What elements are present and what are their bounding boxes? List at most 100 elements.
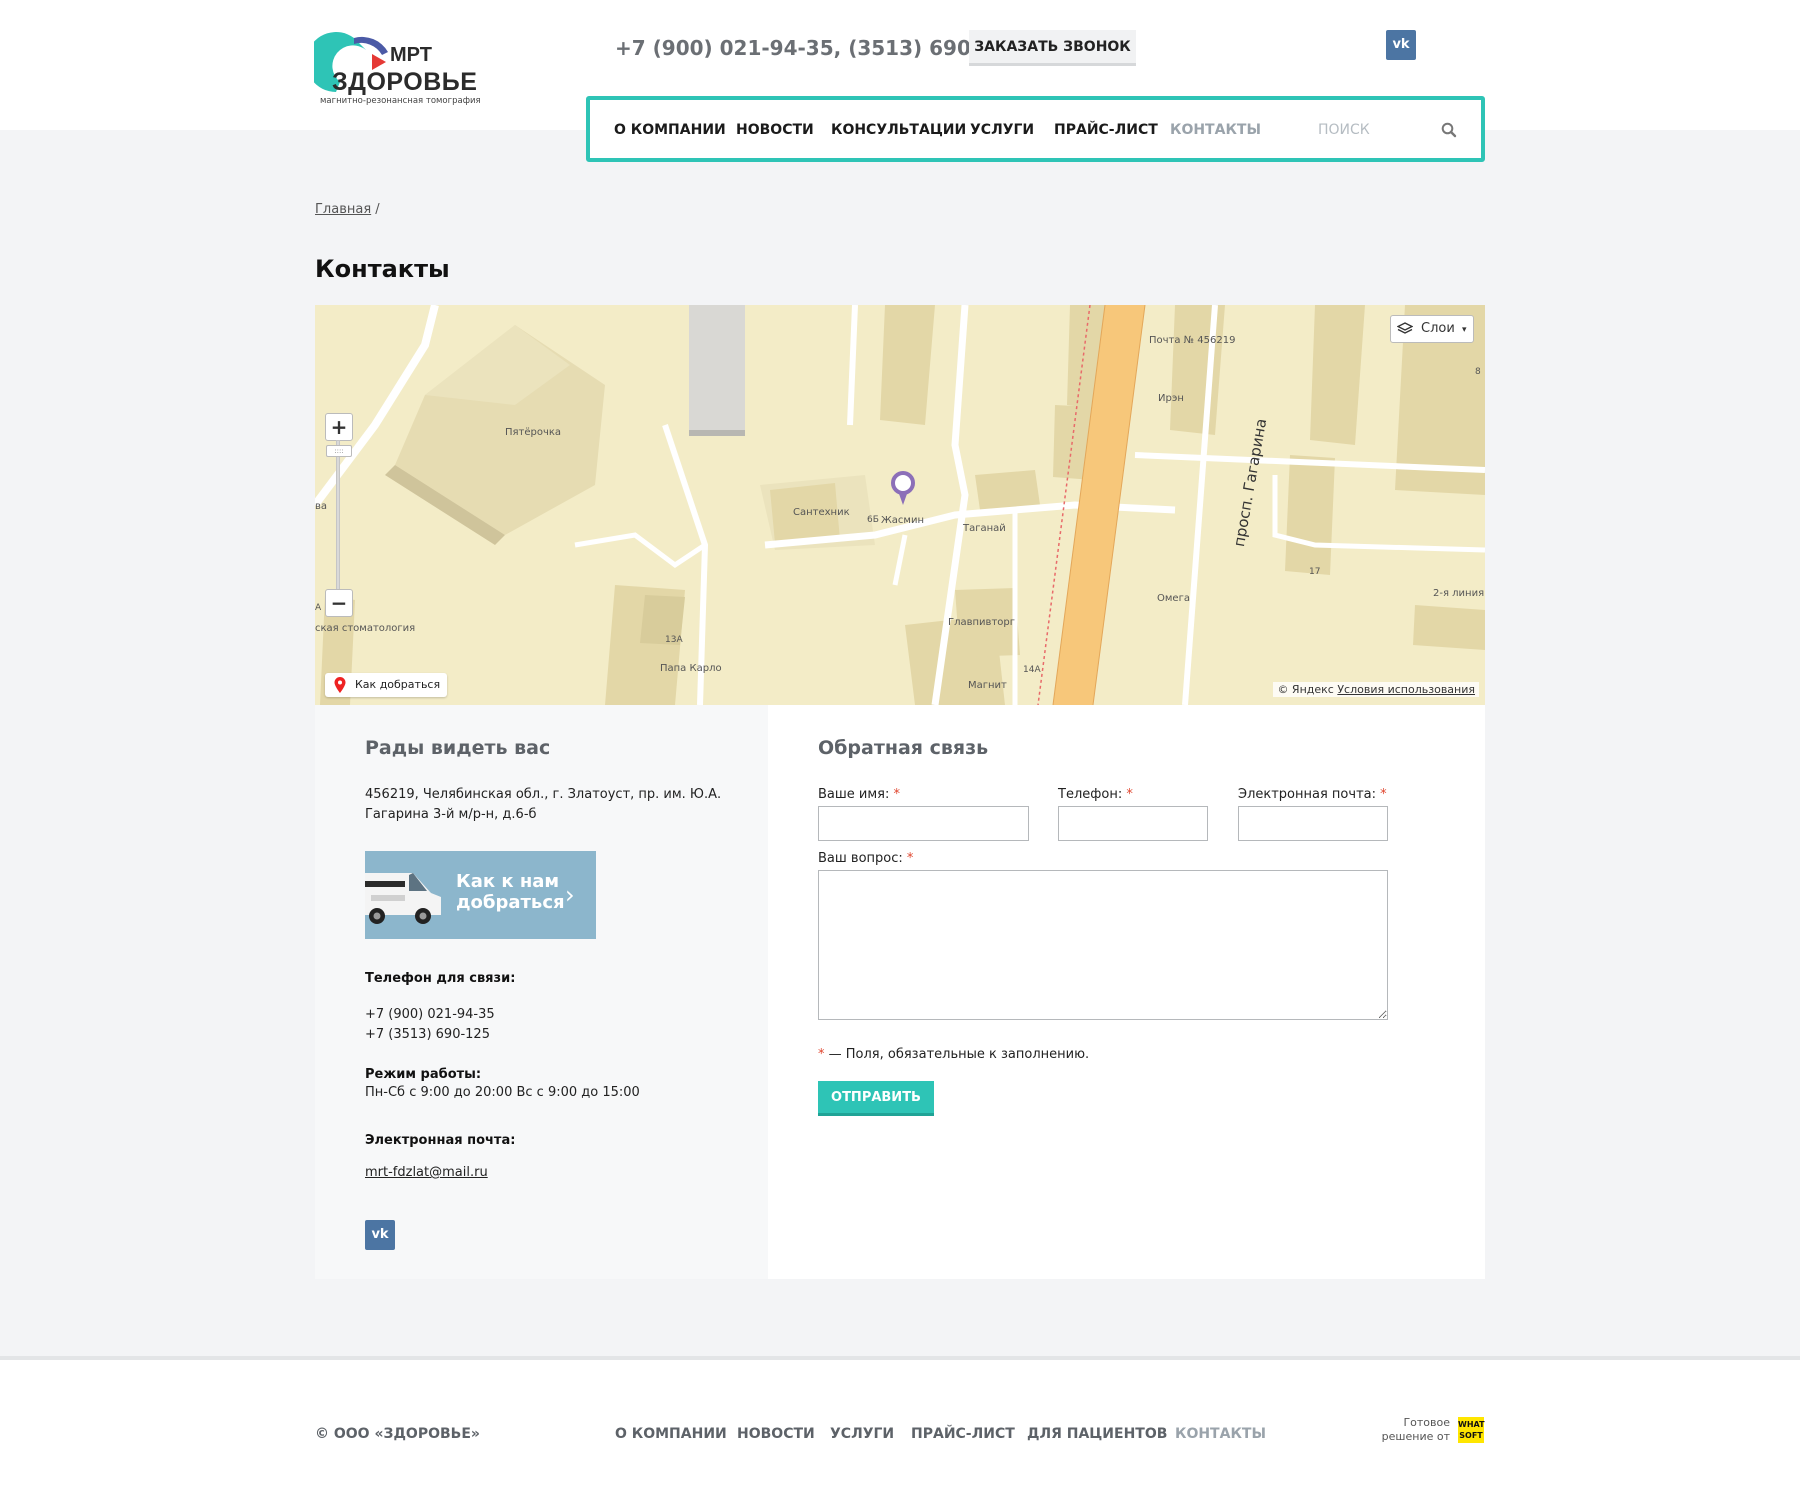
map-house-14a: 14А xyxy=(1023,665,1041,675)
question-textarea[interactable] xyxy=(818,870,1388,1020)
logo-subtitle: магнитно-резонансная томография xyxy=(320,96,481,106)
footer-item-contacts[interactable]: КОНТАКТЫ xyxy=(1175,1426,1266,1442)
map-canvas xyxy=(315,305,1485,705)
made-by-line2: решение от xyxy=(1381,1430,1450,1443)
yandex-map[interactable]: Пятёрочка Сантехник Жасмин Таганай Почта… xyxy=(315,305,1485,705)
required-mark: * xyxy=(906,851,914,866)
map-label-taganay: Таганай xyxy=(963,523,1006,534)
email-field-label: Электронная почта: * xyxy=(1238,787,1387,802)
map-house-a: А xyxy=(315,603,322,613)
nav-item-services[interactable]: УСЛУГИ xyxy=(970,122,1034,138)
map-label-omega: Омега xyxy=(1157,593,1190,604)
chevron-right-icon: › xyxy=(565,881,575,909)
name-label-text: Ваше имя: xyxy=(818,787,890,802)
required-mark: * xyxy=(893,787,901,802)
phone-label-text: Телефон: xyxy=(1058,787,1123,802)
map-copyright-text: © Яндекс xyxy=(1277,683,1334,696)
zoom-in-button[interactable]: + xyxy=(325,413,353,441)
search-icon[interactable] xyxy=(1440,121,1458,139)
nav-item-contacts[interactable]: КОНТАКТЫ xyxy=(1170,122,1261,138)
contacts-address: 456219, Челябинская обл., г. Златоуст, п… xyxy=(365,787,722,822)
nav-item-company[interactable]: О КОМПАНИИ xyxy=(614,122,726,138)
email-label: Электронная почта: xyxy=(365,1133,516,1148)
map-copyright: © Яндекс Условия использования xyxy=(1273,682,1479,697)
vk-icon[interactable]: vk xyxy=(1386,30,1416,60)
map-layers-label: Слои xyxy=(1421,321,1455,336)
phone-input[interactable] xyxy=(1058,806,1208,841)
contacts-info-title: Рады видеть вас xyxy=(365,737,551,759)
map-label-iren: Ирэн xyxy=(1158,393,1184,404)
email-input[interactable] xyxy=(1238,806,1388,841)
required-note: * — Поля, обязательные к заполнению. xyxy=(818,1047,1089,1062)
submit-button[interactable]: ОТПРАВИТЬ xyxy=(818,1081,934,1116)
page-title: Контакты xyxy=(315,255,450,283)
search-input[interactable]: ПОИСК xyxy=(1318,122,1370,138)
footer-copyright: © ООО «ЗДОРОВЬЕ» xyxy=(315,1426,480,1442)
required-mark: * xyxy=(1380,787,1387,802)
question-field-label: Ваш вопрос: * xyxy=(818,851,913,866)
chevron-down-icon: ▾ xyxy=(1461,325,1467,335)
breadcrumb: Главная / xyxy=(315,202,380,217)
map-label-jasmin: Жасмин xyxy=(881,515,924,526)
map-terms-link[interactable]: Условия использования xyxy=(1337,683,1475,696)
breadcrumb-separator: / xyxy=(375,202,380,217)
map-label-va: ва xyxy=(315,501,328,512)
vk-icon[interactable]: vk xyxy=(365,1220,395,1250)
working-hours: Пн-Сб с 9:00 до 20:00 Вс с 9:00 до 15:00 xyxy=(365,1085,640,1100)
hours-label: Режим работы: xyxy=(365,1067,482,1082)
whatsoft-logo[interactable]: WHAT SOFT xyxy=(1458,1417,1485,1443)
nav-item-news[interactable]: НОВОСТИ xyxy=(736,122,814,138)
map-label-santehnik: Сантехник xyxy=(793,507,850,518)
route-banner-line2: добраться xyxy=(456,892,565,913)
phone-2: +7 (3513) 690-125 xyxy=(365,1027,490,1042)
route-banner-text: Как к нам добраться xyxy=(456,871,565,913)
layers-icon xyxy=(1397,322,1413,334)
footer-item-news[interactable]: НОВОСТИ xyxy=(737,1426,815,1442)
phone-field-label: Телефон: * xyxy=(1058,787,1133,802)
phone-1: +7 (900) 021-94-35 xyxy=(365,1007,495,1022)
map-pin-icon xyxy=(334,677,346,693)
required-mark: * xyxy=(818,1047,825,1062)
breadcrumb-home-link[interactable]: Главная xyxy=(315,202,371,217)
logo-name: ЗДОРОВЬЕ xyxy=(332,68,478,96)
name-input[interactable] xyxy=(818,806,1029,841)
contacts-info-panel: Рады видеть вас 456219, Челябинская обл.… xyxy=(315,705,768,1279)
feedback-form: Обратная связь Ваше имя: * Телефон: * Эл… xyxy=(768,705,1485,1279)
order-call-button[interactable]: ЗАКАЗАТЬ ЗВОНОК xyxy=(969,30,1136,66)
whatsoft-logo-line2: SOFT xyxy=(1459,1431,1483,1440)
footer-item-services[interactable]: УСЛУГИ xyxy=(830,1426,894,1442)
map-label-pyaterochka: Пятёрочка xyxy=(505,427,562,438)
name-field-label: Ваше имя: * xyxy=(818,787,900,802)
map-layers-button[interactable]: Слои ▾ xyxy=(1390,315,1474,343)
map-route-label: Как добраться xyxy=(355,678,441,691)
nav-item-consultations[interactable]: КОНСУЛЬТАЦИИ xyxy=(831,122,966,138)
nav-item-pricelist[interactable]: ПРАЙС-ЛИСТ xyxy=(1054,122,1158,138)
zoom-out-button[interactable]: − xyxy=(325,589,353,617)
zoom-slider-track[interactable] xyxy=(336,440,340,590)
email-label-text: Электронная почта: xyxy=(1238,787,1376,802)
footer-item-patients[interactable]: ДЛЯ ПАЦИЕНТОВ xyxy=(1027,1426,1167,1442)
header-phones: +7 (900) 021-94-35, (3513) 690-125 xyxy=(615,36,1021,60)
site-logo[interactable]: МРТ ЗДОРОВЬЕ магнитно-резонансная томогр… xyxy=(314,30,481,110)
van-icon xyxy=(365,873,441,924)
footer-item-company[interactable]: О КОМПАНИИ xyxy=(615,1426,727,1442)
zoom-slider-handle[interactable]: :::: xyxy=(326,445,352,457)
feedback-form-title: Обратная связь xyxy=(818,737,989,759)
map-label-papa-karlo: Папа Карло xyxy=(660,663,722,674)
email-link[interactable]: mrt-fdzlat@mail.ru xyxy=(365,1165,488,1180)
route-banner[interactable]: Как к нам добраться › xyxy=(365,851,596,939)
required-note-text: — Поля, обязательные к заполнению. xyxy=(828,1047,1090,1062)
made-by-text: Готовое решение от xyxy=(1380,1416,1450,1444)
footer-item-pricelist[interactable]: ПРАЙС-ЛИСТ xyxy=(911,1426,1015,1442)
map-route-button[interactable]: Как добраться xyxy=(325,673,447,697)
made-by-line1: Готовое xyxy=(1403,1416,1450,1429)
map-label-line2: 2-я линия xyxy=(1433,588,1485,599)
map-label-post: Почта № 456219 xyxy=(1149,335,1236,346)
question-label-text: Ваш вопрос: xyxy=(818,851,903,866)
map-label-dentistry: ская стоматология xyxy=(315,623,416,634)
map-house-13a: 13А xyxy=(665,635,683,645)
required-mark: * xyxy=(1126,787,1133,802)
whatsoft-logo-line1: WHAT xyxy=(1458,1420,1485,1429)
map-house-6b: 6Б xyxy=(867,515,879,525)
route-banner-line1: Как к нам xyxy=(456,871,560,892)
